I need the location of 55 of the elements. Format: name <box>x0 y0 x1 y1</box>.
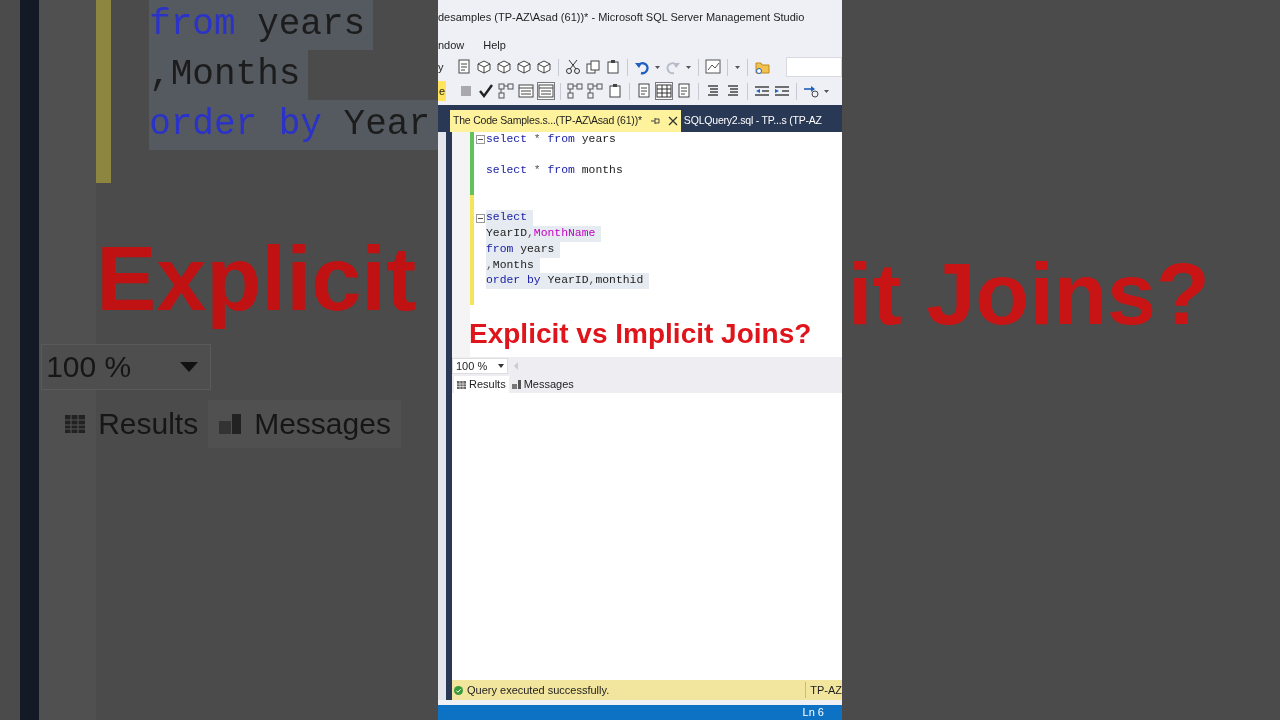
cube-icon[interactable] <box>515 59 532 75</box>
caret-icon[interactable] <box>684 64 692 70</box>
diagram-icon[interactable] <box>498 83 515 99</box>
collapse-icon[interactable] <box>475 135 485 145</box>
caret-icon[interactable] <box>733 64 741 70</box>
cube-icon[interactable] <box>495 59 512 75</box>
pin-icon[interactable] <box>649 116 660 126</box>
close-icon[interactable] <box>667 116 678 126</box>
diagram-icon[interactable] <box>567 83 584 99</box>
cube-icon[interactable] <box>535 59 552 75</box>
window-icon[interactable] <box>518 83 535 99</box>
menu-item[interactable]: Help <box>483 36 506 54</box>
document-icon[interactable] <box>455 59 472 75</box>
messages-icon <box>511 380 521 389</box>
clipboard-icon[interactable] <box>607 83 624 99</box>
arrow-icon[interactable] <box>803 83 820 99</box>
folder-icon[interactable] <box>753 59 770 75</box>
window-icon[interactable] <box>538 83 555 99</box>
grid-icon <box>457 380 466 389</box>
caret-icon[interactable] <box>823 88 831 94</box>
caret-icon <box>498 364 504 368</box>
document-icon[interactable] <box>676 83 693 99</box>
collapse-icon[interactable] <box>475 213 485 223</box>
code-line: select * from years <box>486 132 616 147</box>
zoom-dropdown[interactable]: 100 % <box>452 358 508 374</box>
indent-icon[interactable] <box>774 83 791 99</box>
menu-item[interactable]: ndow <box>438 36 465 54</box>
database-field[interactable]: e <box>438 81 447 101</box>
outdent-icon[interactable] <box>754 83 771 99</box>
diagram-icon[interactable] <box>587 83 604 99</box>
cube-icon[interactable] <box>475 59 492 75</box>
copy-icon[interactable] <box>584 59 601 75</box>
caption: it Joins? <box>847 243 1211 345</box>
status-message: Query executed successfully. <box>467 682 610 698</box>
caret-icon[interactable] <box>653 64 661 70</box>
undo-icon[interactable] <box>633 59 650 75</box>
clipboard-icon[interactable] <box>604 59 621 75</box>
chart-icon[interactable] <box>704 59 721 75</box>
scissors-icon[interactable] <box>564 59 581 75</box>
caption: Explicit <box>96 228 418 331</box>
document-icon[interactable] <box>636 83 653 99</box>
document-tab[interactable]: SQLQuery2.sql - TP...s (TP-AZ <box>680 110 825 132</box>
search-field[interactable] <box>786 57 842 77</box>
grid-icon[interactable] <box>656 83 673 99</box>
caret-icon <box>180 361 199 372</box>
check-icon[interactable] <box>478 83 495 99</box>
window-title: desamples (TP-AZ\Asad (61))* - Microsoft SQL Server Management Studio <box>438 10 806 25</box>
results-tab[interactable]: Results <box>454 376 509 393</box>
line-number: Ln 6 <box>802 705 824 720</box>
caption: Explicit vs Implicit Joins? <box>468 318 813 350</box>
success-icon <box>454 685 463 695</box>
document-tab[interactable]: The Code Samples.s...(TP-AZ\Asad (61))* <box>450 110 681 132</box>
code-line: select * from months <box>486 163 623 179</box>
messages-icon <box>218 412 243 435</box>
toolbar-label[interactable]: y <box>438 58 444 76</box>
